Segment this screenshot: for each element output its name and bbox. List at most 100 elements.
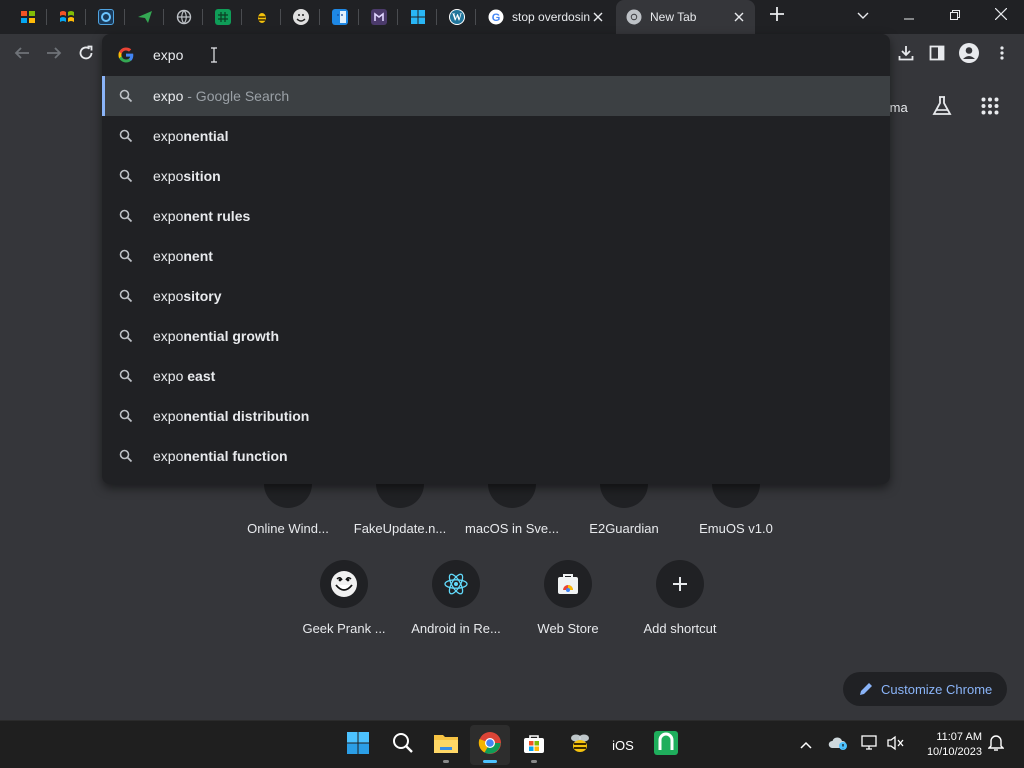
network-button[interactable]	[860, 734, 880, 755]
search-icon	[119, 329, 133, 346]
taskbar-file-explorer[interactable]	[426, 725, 466, 765]
close-window-button[interactable]	[978, 0, 1024, 32]
restore-button[interactable]	[932, 0, 978, 32]
suggestion-typed: expo	[153, 328, 184, 344]
suggestion-item[interactable]: exponential	[102, 116, 890, 156]
ios-label: iOS	[612, 737, 634, 753]
taskbar-microsoft-store[interactable]	[514, 725, 554, 765]
address-input[interactable]: expo	[153, 47, 183, 63]
forward-button[interactable]	[38, 39, 70, 71]
tab-new-tab[interactable]: New Tab	[616, 0, 755, 34]
clock-date: 10/10/2023	[926, 746, 982, 758]
taskbar-ios-app[interactable]: iOS	[603, 725, 643, 765]
suggestion-item[interactable]: exponential distribution	[102, 396, 890, 436]
add-shortcut-button[interactable]: Add shortcut	[624, 560, 736, 660]
tab-search-button[interactable]	[840, 0, 886, 32]
pinned-tab-windows-11[interactable]	[398, 0, 437, 34]
show-hidden-icons-button[interactable]	[796, 735, 816, 755]
system-clock[interactable]: 11:07 AM 10/10/2023	[912, 730, 982, 760]
address-bar[interactable]: expo	[102, 34, 890, 76]
chrome-menu-button[interactable]	[986, 39, 1018, 71]
customize-chrome-button[interactable]: Customize Chrome	[843, 672, 1007, 706]
shortcut-label: Geek Prank ...	[302, 621, 386, 636]
notifications-button[interactable]	[986, 734, 1006, 757]
arrow-left-icon	[14, 45, 30, 66]
search-icon	[119, 289, 133, 306]
suggestion-typed: expo	[153, 88, 184, 104]
search-icon	[119, 449, 133, 466]
wordpress-icon: W	[448, 9, 465, 25]
tab-stop-overdosin[interactable]: G stop overdosin	[478, 0, 614, 34]
suggestion-item[interactable]: expository	[102, 276, 890, 316]
cloud-icon	[828, 735, 848, 756]
taskbar-chrome[interactable]	[470, 725, 510, 765]
back-button[interactable]	[6, 39, 38, 71]
suggestion-item[interactable]: expo east	[102, 356, 890, 396]
suggestion-completion: nential function	[183, 448, 288, 464]
search-icon	[119, 209, 133, 226]
suggestion-item[interactable]: exponent	[102, 236, 890, 276]
suggestion-item[interactable]: exponential function	[102, 436, 890, 476]
taskbar-search-button[interactable]	[383, 725, 423, 765]
plus-icon	[770, 6, 784, 26]
minimize-icon	[904, 7, 914, 25]
suggestion-item[interactable]: exposition	[102, 156, 890, 196]
kebab-menu-icon	[1000, 45, 1004, 66]
pinned-tab-settings[interactable]	[86, 0, 125, 34]
suggestion-typed: expo	[153, 288, 184, 304]
suggestion-completion: nential growth	[183, 328, 280, 344]
finder-icon	[331, 9, 348, 25]
text-cursor-icon	[210, 47, 218, 68]
svg-text:W: W	[452, 13, 462, 24]
pinned-tab-send[interactable]	[125, 0, 164, 34]
trollface-icon	[292, 9, 309, 25]
chrome-icon	[478, 731, 502, 760]
running-indicator	[483, 760, 497, 763]
suggestion-typed: expo	[153, 448, 184, 464]
windows-flag-icon	[59, 9, 75, 25]
start-button[interactable]	[338, 725, 378, 765]
suggestion-item[interactable]: exponent rules	[102, 196, 890, 236]
labs-button[interactable]	[930, 95, 954, 120]
onedrive-button[interactable]	[828, 735, 848, 755]
suggestion-suffix: - Google Search	[183, 88, 290, 104]
pinned-tab-wordpress[interactable]: W	[437, 0, 476, 34]
pinned-tab-purple-app[interactable]	[359, 0, 398, 34]
pinned-tab-finder[interactable]	[320, 0, 359, 34]
suggestion-google-search[interactable]: expo - Google Search	[102, 76, 890, 116]
volume-button[interactable]	[886, 735, 906, 755]
react-icon	[432, 560, 480, 608]
pinned-tab-trollface[interactable]	[281, 0, 320, 34]
omnibox-dropdown: expo expo - Google Search exponential ex…	[102, 34, 890, 484]
shortcut-android-in-react[interactable]: Android in Re...	[400, 560, 512, 660]
pinned-tab-globe[interactable]	[164, 0, 203, 34]
side-panel-button[interactable]	[921, 39, 953, 71]
pinned-tab-bee[interactable]	[242, 0, 281, 34]
pinned-tab-windows-xp[interactable]	[8, 0, 47, 34]
pinned-tab-spreadsheet[interactable]	[203, 0, 242, 34]
suggestion-item[interactable]: exponential growth	[102, 316, 890, 356]
search-icon	[119, 409, 133, 426]
minimize-button[interactable]	[886, 0, 932, 32]
search-icon	[119, 369, 133, 386]
google-apps-button[interactable]	[978, 96, 1002, 120]
profile-button[interactable]	[953, 39, 985, 71]
suggestion-typed: expo	[153, 208, 184, 224]
shortcut-label: FakeUpdate.n...	[353, 521, 447, 536]
taskbar-bee-app[interactable]	[560, 725, 600, 765]
shortcut-geek-prank[interactable]: Geek Prank ...	[288, 560, 400, 660]
downloads-button[interactable]	[890, 39, 922, 71]
trollface-icon	[320, 560, 368, 608]
folder-icon	[433, 732, 459, 759]
new-tab-button[interactable]	[756, 0, 798, 32]
taskbar-green-app[interactable]	[646, 725, 686, 765]
shortcut-label: macOS in Sve...	[465, 521, 559, 536]
close-tab-icon[interactable]	[590, 9, 606, 25]
bell-icon	[987, 734, 1005, 757]
globe-icon	[176, 9, 192, 25]
shortcut-web-store[interactable]: Web Store	[512, 560, 624, 660]
reload-button[interactable]	[70, 39, 102, 71]
pinned-tab-windows-7[interactable]	[47, 0, 86, 34]
close-tab-icon[interactable]	[731, 9, 747, 25]
grid-icon	[214, 9, 231, 25]
